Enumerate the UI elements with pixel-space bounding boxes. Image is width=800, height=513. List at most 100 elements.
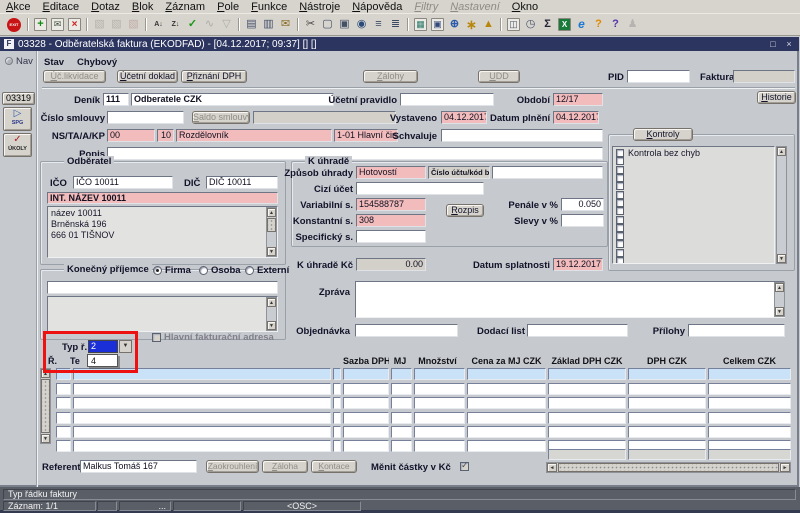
outline-tree-icon[interactable]: ≣ [387,17,404,33]
table-horizontal-scrollbar[interactable]: ◄ ► [546,462,791,473]
cislo-smlouvy-field[interactable] [107,111,184,124]
fetch-previous-icon[interactable]: ▧ [91,17,108,33]
cislo-uctu-field[interactable] [492,166,603,179]
helm-icon[interactable]: ∗ [463,17,480,33]
externi-radio[interactable] [245,266,254,275]
invoice-row-cell[interactable] [414,412,465,424]
odberatel-address-scrollbar[interactable]: ▲ ▼ [266,207,277,257]
cizi-ucet-field[interactable] [356,182,484,195]
variabilni-field[interactable]: 154588787 [356,198,426,211]
osoba-radio[interactable] [199,266,208,275]
typ-radku-popup-item[interactable]: 4 [87,354,118,367]
historie-button[interactable]: Historie [757,91,796,104]
delete-record-icon[interactable]: × [68,18,81,31]
invoice-row-cell[interactable] [343,383,389,395]
invoice-row-cell[interactable] [467,383,546,395]
invoice-row-cell[interactable] [73,397,331,409]
kontrola-checkbox[interactable] [616,166,624,174]
menu-item[interactable]: Nápověda [352,1,402,13]
kontroly-button[interactable]: Kontroly [633,128,693,141]
menit-castky-checkbox[interactable]: ✓ [460,462,469,471]
new-record-icon[interactable]: + [34,18,47,31]
invoice-row-cell[interactable] [548,412,626,424]
zaokrouhleni-button[interactable]: Zaokrouhlení [206,460,259,473]
zprava-scrollbar[interactable]: ▲ ▼ [774,282,785,317]
konstantni-field[interactable]: 308 [356,214,426,227]
menu-item[interactable]: Filtry [414,1,438,13]
invoice-row-cell[interactable] [343,440,389,452]
menu-item[interactable]: Editace [42,1,79,13]
typ-radku-combobox[interactable]: 2 [88,340,118,353]
kontrola-checkbox[interactable] [616,191,624,199]
invoice-row-cell[interactable] [343,397,389,409]
invoice-row-cell[interactable] [708,426,791,438]
ns-field-1[interactable]: 00 [107,129,155,142]
zpusob-uhrady-field[interactable]: Hotovostí [356,166,426,179]
help-search-icon[interactable]: ? [590,17,607,33]
scroll-up-icon[interactable]: ▲ [267,208,276,217]
konecny-prijemce-field[interactable] [47,281,278,294]
menu-item[interactable]: Pole [217,1,239,13]
schvaluje-field[interactable] [441,129,603,142]
menu-item[interactable]: Nástroje [299,1,340,13]
combo-dropdown-icon[interactable]: ▼ [119,340,132,353]
denik-name-field[interactable]: Odberatele CZK [131,93,334,106]
k-uhrade-kc-field[interactable]: 0.00 [356,258,426,271]
saldo-smlouvy-field[interactable] [253,111,396,124]
kontrola-checkbox[interactable] [616,216,624,224]
invoice-row-cell[interactable] [73,440,331,452]
window-restore-button[interactable]: □ [767,39,779,49]
zprava-textarea[interactable] [355,281,785,318]
excel-icon[interactable]: X [558,18,571,31]
dic-field[interactable]: DIČ 10011 [206,176,278,189]
prilohy-field[interactable] [688,324,785,337]
menu-item[interactable]: Okno [512,1,538,13]
saldo-smlouvy-button[interactable]: Saldo smlouvy [192,111,250,124]
sidebar-window-button[interactable]: 03319 [2,92,35,105]
ie-icon[interactable]: e [573,17,590,33]
invoice-row-cell[interactable] [708,383,791,395]
odberatel-address[interactable]: název 10011 Brněnská 196 666 01 TIŠNOV [47,206,278,258]
pid-field[interactable] [627,70,690,83]
uc-likvidace-button[interactable]: Úč.likvidace [43,70,106,83]
invoice-row-cell[interactable] [548,426,626,438]
chart-icon[interactable]: ▦ [414,18,427,31]
invoice-row-cell[interactable] [548,383,626,395]
clock-icon[interactable]: ◷ [522,17,539,33]
ns-field-2[interactable]: 10 [157,129,174,142]
kontrola-checkbox[interactable] [616,224,624,232]
fetch-play-icon[interactable]: ▧ [108,17,125,33]
exit-button[interactable]: EXIT [7,18,21,32]
kontrola-checkbox[interactable] [616,157,624,165]
invoice-row-cell[interactable] [414,426,465,438]
scroll-left-icon[interactable]: ◄ [547,463,557,472]
save-disk-icon[interactable]: ▣ [431,18,444,31]
kontrola-checkbox[interactable] [616,182,624,190]
hlavni-adresa-checkbox[interactable] [152,333,161,342]
menu-item[interactable]: Akce [6,1,30,13]
invoice-row-cell[interactable] [73,426,331,438]
print-preview-icon[interactable]: ▥ [260,17,277,33]
scroll-up-icon[interactable]: ▲ [775,283,784,292]
udd-button[interactable]: UDD [478,70,520,83]
invoice-row-cell[interactable] [333,426,341,438]
invoice-row-cell[interactable] [708,397,791,409]
paste-icon[interactable]: ▣ [336,17,353,33]
table-vertical-scrollbar[interactable]: ▲ ▼ [40,368,51,444]
search-icon[interactable]: ◉ [353,17,370,33]
export-doc-icon[interactable]: ◫ [507,18,520,31]
invoice-row-cell[interactable] [628,412,706,424]
faktura-field[interactable] [733,70,795,83]
ucetni-pravidlo-field[interactable] [400,93,494,106]
invoice-row-cell[interactable] [414,383,465,395]
kontrola-checkbox[interactable] [616,257,624,264]
priznani-dph-button[interactable]: Přiznání DPH [181,70,247,83]
pyramid-icon[interactable]: ▲ [480,17,497,33]
int-nazev-field[interactable]: INT. NÁZEV 10011 [47,192,278,204]
invoice-row-cell[interactable] [414,440,465,452]
kontrola-checkbox[interactable] [616,240,624,248]
commit-icon[interactable]: ✓ [184,17,201,33]
kontrola-checkbox[interactable] [616,174,624,182]
mail-icon[interactable]: ✉ [277,17,294,33]
invoice-row-cell[interactable] [467,412,546,424]
